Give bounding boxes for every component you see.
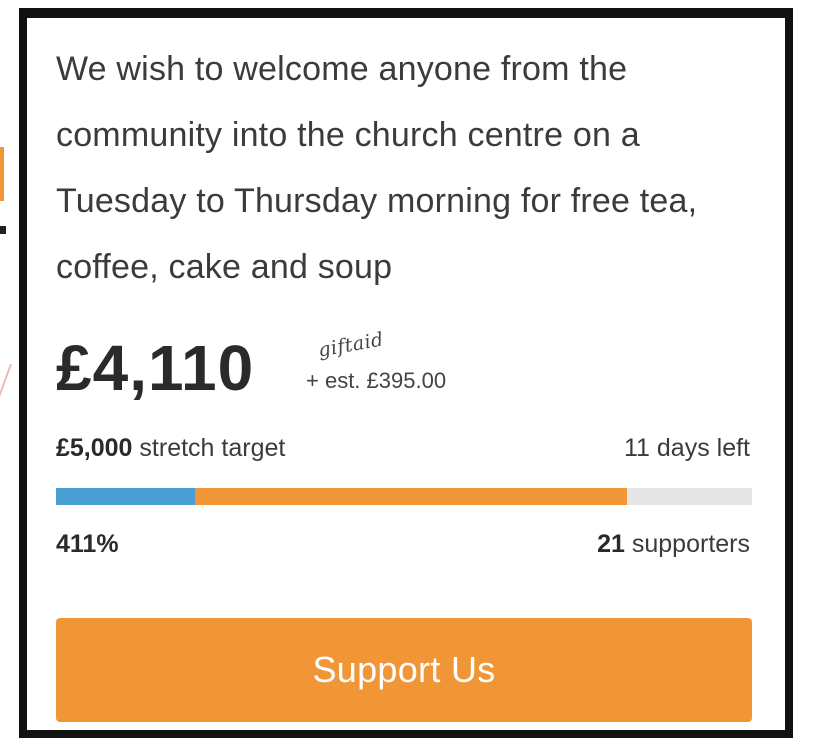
progress-raised-segment (195, 488, 627, 505)
stretch-target-value: £5,000 (56, 434, 133, 462)
giftaid-logo: giftaid (316, 328, 386, 362)
progress-giftaid-segment (56, 488, 196, 505)
amount-raised: £4,110 (56, 332, 255, 404)
stretch-target: £5,000 stretch target (56, 434, 285, 463)
project-card-content: We wish to welcome anyone from the commu… (56, 18, 752, 730)
giftaid-estimate: + est. £395.00 (306, 368, 447, 393)
funding-progress-bar (56, 488, 752, 505)
project-card: We wish to welcome anyone from the commu… (19, 8, 793, 738)
support-us-button[interactable]: Support Us (56, 618, 752, 722)
stats-row: 411% 21 supporters (56, 530, 750, 566)
supporters-count: 21 (597, 530, 625, 558)
supporters: 21 supporters (597, 530, 750, 559)
stretch-target-label: stretch target (139, 434, 286, 462)
project-description: We wish to welcome anyone from the commu… (56, 50, 698, 286)
amount-raised-row: £4,110 giftaid + est. £395.00 (56, 328, 746, 410)
supporters-label: supporters (631, 530, 750, 558)
background-mark (0, 226, 6, 234)
percent-funded: 411% (56, 530, 119, 558)
background-button-edge (0, 147, 4, 201)
target-row: £5,000 stretch target 11 days left (56, 434, 750, 468)
days-left: 11 days left (623, 434, 750, 462)
